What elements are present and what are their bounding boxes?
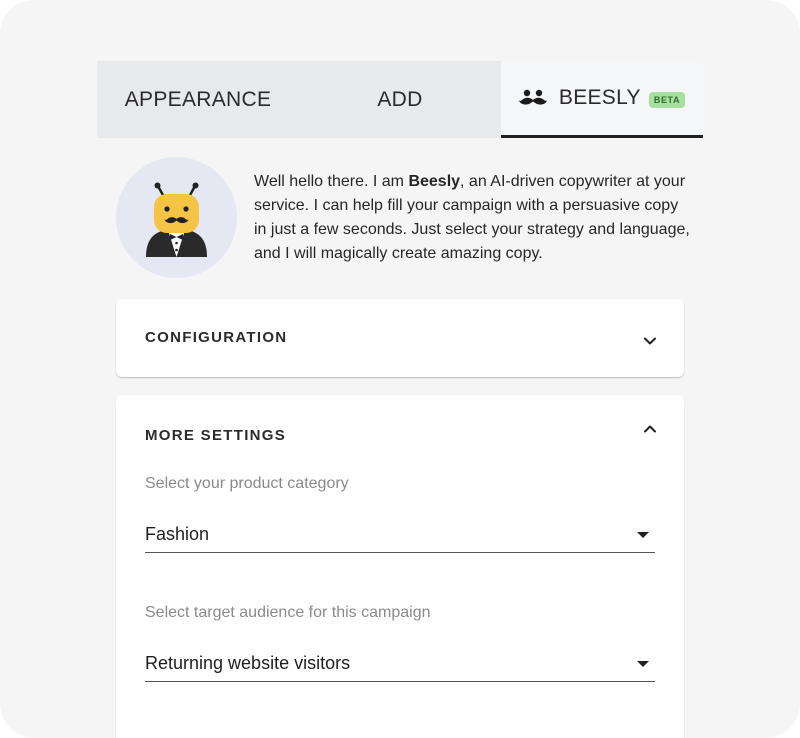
product-category-value: Fashion [145, 524, 210, 544]
tab-add[interactable]: ADD [299, 61, 501, 138]
target-audience-value: Returning website visitors [145, 653, 351, 673]
configuration-title: CONFIGURATION [145, 329, 288, 346]
target-audience-select[interactable]: Returning website visitors [145, 646, 655, 682]
bee-mascot-icon [146, 182, 207, 257]
tab-appearance[interactable]: APPEARANCE [97, 61, 299, 138]
configuration-panel[interactable]: CONFIGURATION [116, 299, 684, 377]
chevron-up-icon[interactable] [642, 421, 658, 437]
beesly-name: Beesly [408, 173, 461, 190]
tab-beesly-label: BEESLY [558, 86, 641, 109]
tab-add-label: ADD [377, 87, 423, 111]
beta-badge: BETA [648, 92, 686, 108]
more-settings-panel: MORE SETTINGS Select your product catego… [116, 395, 684, 738]
dropdown-caret-icon [637, 532, 649, 538]
product-category-select[interactable]: Fashion [145, 517, 655, 553]
beesly-avatar [116, 157, 237, 278]
more-settings-title: MORE SETTINGS [145, 427, 287, 444]
product-category-label: Select your product category [145, 475, 349, 492]
chevron-down-icon[interactable] [642, 333, 658, 349]
dropdown-caret-icon [637, 661, 649, 667]
tab-appearance-label: APPEARANCE [124, 87, 272, 111]
mustache-icon [518, 89, 547, 105]
app-frame: APPEARANCE ADD BEESLY BETA Well hello th… [0, 0, 800, 738]
tab-beesly[interactable]: BEESLY BETA [501, 61, 703, 138]
beesly-intro-text: Well hello there. I am Beesly, an AI-dri… [254, 173, 690, 262]
target-audience-label: Select target audience for this campaign [145, 604, 431, 621]
tab-bar: APPEARANCE ADD BEESLY BETA [97, 61, 703, 138]
